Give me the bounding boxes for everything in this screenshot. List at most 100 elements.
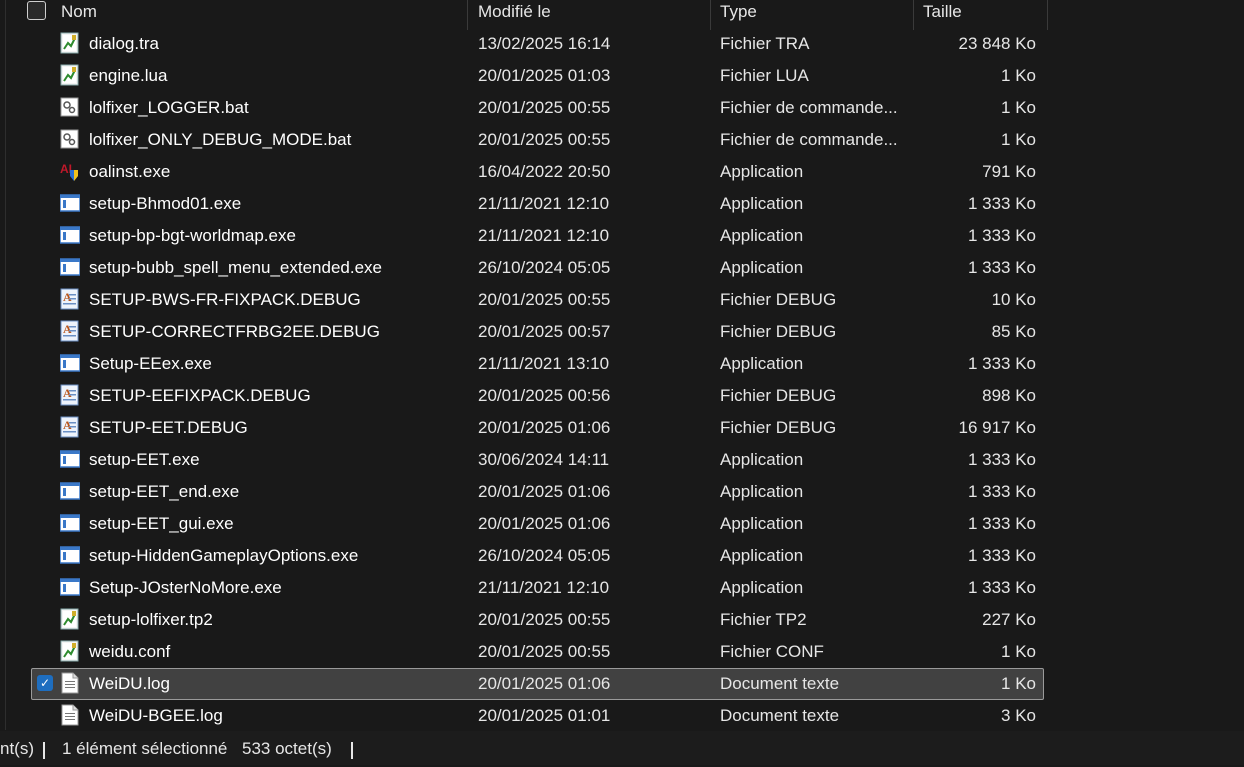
file-name[interactable]: Setup-EEex.exe [89,348,212,380]
file-name[interactable]: SETUP-EET.DEBUG [89,412,248,444]
text-document-icon [60,64,80,86]
file-type: Fichier de commande... [720,130,898,149]
file-row[interactable]: Setup-EEex.exe 21/11/2021 13:10 Applicatio… [0,348,1244,380]
file-name[interactable]: setup-bubb_spell_menu_extended.exe [89,252,382,284]
file-type: Document texte [720,674,840,693]
file-size: 10 Ko [991,290,1036,309]
file-row[interactable]: setup-HiddenGameplayOptions.exe 26/10/202… [0,540,1244,572]
file-row[interactable]: lolfixer_ONLY_DEBUG_MODE.bat 20/01/2025 0… [0,124,1244,156]
file-name[interactable]: setup-EET_end.exe [89,476,239,508]
file-row[interactable]: setup-EET_end.exe 20/01/2025 01:06 Applica… [0,476,1244,508]
debug-file-icon: A [60,416,80,438]
file-name[interactable]: weidu.conf [89,636,170,668]
file-row[interactable]: setup-EET.exe 30/06/2024 14:11 Application… [0,444,1244,476]
file-row[interactable]: setup-lolfixer.tp2 20/01/2025 00:55 Fichie… [0,604,1244,636]
application-icon [59,512,81,534]
file-row[interactable]: A SETUP-EEFIXPACK.DEBUG 20/01/2025 00:56 Fi… [0,380,1244,412]
file-name[interactable]: WeiDU.log [89,668,170,700]
file-name[interactable]: setup-bp-bgt-worldmap.exe [89,220,296,252]
file-row[interactable]: Setup-JOsterNoMore.exe 21/11/2021 12:10 Ap… [0,572,1244,604]
file-row[interactable]: dialog.tra 13/02/2025 16:14 Fichier TRA 23 … [0,28,1244,60]
file-size: 16 917 Ko [958,418,1036,437]
column-header: Nom Modifié le Type Taille [0,0,1244,30]
file-name[interactable]: setup-Bhmod01.exe [89,188,241,220]
file-size: 1 333 Ko [967,450,1036,469]
row-checkbox[interactable]: ✓ [37,675,53,691]
file-size: 1 Ko [1001,66,1036,85]
column-header-name[interactable]: Nom [61,0,97,28]
file-size: 1 333 Ko [967,194,1036,213]
file-size: 1 333 Ko [967,482,1036,501]
file-size: 1 333 Ko [967,226,1036,245]
file-name[interactable]: Setup-JOsterNoMore.exe [89,572,282,604]
file-row[interactable]: ✓ WeiDU.log 20/01/2025 01:06 Document texte… [0,668,1244,700]
file-row[interactable]: setup-bubb_spell_menu_extended.exe 26/10/… [0,252,1244,284]
file-modified: 20/01/2025 00:55 [478,610,611,629]
file-row[interactable]: weidu.conf 20/01/2025 00:55 Fichier CONF 1 … [0,636,1244,668]
file-row[interactable]: A SETUP-EET.DEBUG 20/01/2025 01:06 Fichier … [0,412,1244,444]
file-modified: 20/01/2025 01:06 [478,674,611,693]
file-name[interactable]: oalinst.exe [89,156,170,188]
file-modified: 26/10/2024 05:05 [478,546,611,565]
file-name[interactable]: setup-EET_gui.exe [89,508,234,540]
file-name[interactable]: SETUP-BWS-FR-FIXPACK.DEBUG [89,284,361,316]
file-row[interactable]: A SETUP-CORRECTFRBG2EE.DEBUG 20/01/2025 00… [0,316,1244,348]
file-name[interactable]: setup-EET.exe [89,444,200,476]
file-row[interactable]: setup-Bhmod01.exe 21/11/2021 12:10 Applica… [0,188,1244,220]
file-size: 3 Ko [1001,706,1036,725]
batch-file-icon [60,128,80,150]
file-name[interactable]: setup-HiddenGameplayOptions.exe [89,540,358,572]
application-icon [59,480,81,502]
file-name[interactable]: setup-lolfixer.tp2 [89,604,213,636]
file-type: Application [720,482,804,501]
file-name[interactable]: engine.lua [89,60,167,92]
batch-file-icon [60,96,80,118]
file-row[interactable]: WeiDU-BGEE.log 20/01/2025 01:01 Document t… [0,700,1244,732]
selection-count-label: 1 élément sélectionné [62,739,228,758]
file-size: 1 Ko [1001,130,1036,149]
file-modified: 20/01/2025 01:01 [478,706,611,725]
column-header-type[interactable]: Type [720,0,757,28]
application-icon [59,352,81,374]
file-row[interactable]: setup-EET_gui.exe 20/01/2025 01:06 Applica… [0,508,1244,540]
file-name[interactable]: lolfixer_ONLY_DEBUG_MODE.bat [89,124,351,156]
plain-text-icon [60,672,80,694]
column-header-modified[interactable]: Modifié le [478,0,551,28]
file-modified: 20/01/2025 00:56 [478,386,611,405]
file-row[interactable]: A SETUP-BWS-FR-FIXPACK.DEBUG 20/01/2025 00… [0,284,1244,316]
file-name[interactable]: SETUP-CORRECTFRBG2EE.DEBUG [89,316,380,348]
file-type: Fichier TP2 [720,610,807,629]
application-icon [59,544,81,566]
file-row[interactable]: lolfixer_LOGGER.bat 20/01/2025 00:55 Fichi… [0,92,1244,124]
file-type: Application [720,162,804,181]
select-all-checkbox[interactable] [27,1,46,20]
status-separator [43,742,45,759]
file-row[interactable]: setup-bp-bgt-worldmap.exe 21/11/2021 12:1… [0,220,1244,252]
application-icon [59,256,81,278]
file-type: Fichier de commande... [720,98,898,117]
file-modified: 20/01/2025 01:06 [478,418,611,437]
file-modified: 21/11/2021 12:10 [478,226,610,245]
column-divider[interactable] [467,0,468,30]
file-name[interactable]: SETUP-EEFIXPACK.DEBUG [89,380,311,412]
file-name[interactable]: lolfixer_LOGGER.bat [89,92,249,124]
column-divider[interactable] [913,0,914,30]
status-separator [351,742,353,759]
svg-text:A: A [63,386,72,400]
file-type: Application [720,354,804,373]
file-type: Application [720,578,804,597]
file-type: Application [720,546,804,565]
text-document-icon [60,32,80,54]
column-divider[interactable] [710,0,711,30]
application-icon [59,448,81,470]
file-name[interactable]: dialog.tra [89,28,159,60]
file-modified: 20/01/2025 01:03 [478,66,611,85]
column-header-size[interactable]: Taille [923,0,962,28]
file-row[interactable]: engine.lua 20/01/2025 01:03 Fichier LUA 1 K… [0,60,1244,92]
file-row[interactable]: AL oalinst.exe 16/04/2022 20:50 Application… [0,156,1244,188]
column-divider[interactable] [1047,0,1048,30]
file-modified: 20/01/2025 01:06 [478,514,611,533]
file-name[interactable]: WeiDU-BGEE.log [89,700,223,732]
file-modified: 20/01/2025 00:55 [478,290,611,309]
plain-text-icon [60,704,80,726]
